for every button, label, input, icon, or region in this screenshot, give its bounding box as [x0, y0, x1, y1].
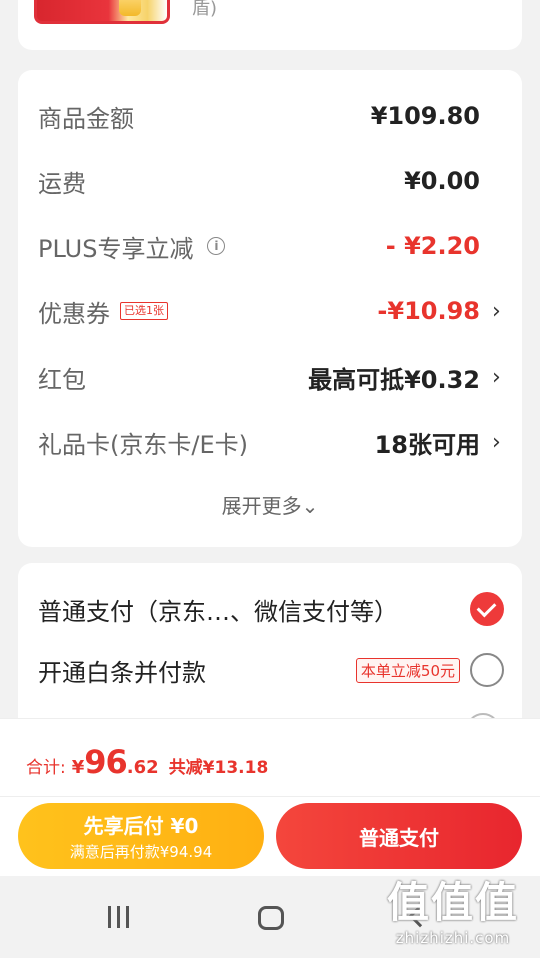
- payment-option-label: 普通支付（京东…、微信支付等）: [38, 597, 398, 626]
- total-label: 合计:: [26, 758, 66, 778]
- row-coupon[interactable]: 优惠券 已选1张 -¥10.98 ›: [38, 291, 504, 331]
- home-icon[interactable]: [258, 906, 284, 930]
- total-integer: 96: [84, 743, 128, 781]
- divider: [0, 796, 540, 797]
- row-gift-card[interactable]: 礼品卡(京东卡/E卡) 18张可用 ›: [38, 422, 504, 462]
- watermark-url: zhizhizhi.com: [395, 929, 511, 947]
- goods-amount-label: 商品金额: [38, 104, 134, 133]
- total-summary: 合计: ¥ 96 .62 共减¥13.18: [26, 743, 268, 781]
- row-red-packet[interactable]: 红包 最高可抵¥0.32 ›: [38, 357, 504, 397]
- shipping-value: ¥0.00: [404, 167, 480, 195]
- chevron-down-icon: ⌄: [301, 494, 319, 518]
- pay-later-title: 先享后付 ¥0: [83, 814, 199, 838]
- promo-badge: 本单立减50元: [355, 657, 460, 683]
- chevron-right-icon[interactable]: ›: [492, 430, 504, 455]
- product-image-detail: [119, 0, 141, 16]
- chevron-right-icon[interactable]: ›: [492, 299, 504, 324]
- coupon-value: -¥10.98: [377, 297, 480, 325]
- info-icon[interactable]: i: [207, 237, 226, 255]
- watermark-logo: 值值值: [386, 878, 519, 927]
- gift-card-value: 18张可用: [374, 430, 480, 459]
- row-plus-discount: PLUS专享立减 i - ¥2.20: [38, 226, 504, 266]
- plus-discount-label: PLUS专享立减: [38, 234, 194, 263]
- product-title-tail: 盾): [192, 0, 218, 19]
- radio-unchecked-icon[interactable]: [470, 653, 504, 687]
- total-currency: ¥: [71, 757, 85, 778]
- row-goods-amount: 商品金额 ¥109.80: [38, 96, 504, 136]
- recent-apps-icon[interactable]: [108, 906, 129, 928]
- pay-button[interactable]: 普通支付: [276, 803, 522, 869]
- payment-option-baitiao[interactable]: 开通白条并付款 本单立减50元: [38, 650, 504, 690]
- price-summary-card: 商品金额 ¥109.80 运费 ¥0.00 PLUS专享立减 i - ¥2.20 …: [18, 70, 522, 547]
- coupon-selected-badge: 已选1张: [120, 302, 168, 320]
- total-decimal: .62: [126, 757, 159, 778]
- payment-option-normal[interactable]: 普通支付（京东…、微信支付等）: [38, 589, 504, 629]
- gift-card-label: 礼品卡(京东卡/E卡): [38, 430, 248, 459]
- red-packet-value: 最高可抵¥0.32: [308, 365, 480, 394]
- plus-discount-value: - ¥2.20: [385, 232, 480, 260]
- payment-option-label: 开通白条并付款: [38, 658, 206, 687]
- product-thumbnail[interactable]: [34, 0, 170, 24]
- watermark: 值值值 zhizhizhi.com: [378, 876, 528, 958]
- expand-more-button[interactable]: 展开更多⌄: [18, 490, 522, 519]
- red-packet-label: 红包: [38, 365, 86, 394]
- system-nav-bar: 值值值 zhizhizhi.com: [0, 876, 540, 958]
- chevron-right-icon[interactable]: ›: [492, 365, 504, 390]
- pay-later-subtitle: 满意后再付款¥94.94: [69, 843, 213, 861]
- total-saved: 共减¥13.18: [168, 758, 269, 778]
- row-shipping: 运费 ¥0.00: [38, 161, 504, 201]
- goods-amount-value: ¥109.80: [370, 102, 480, 130]
- shipping-label: 运费: [38, 169, 86, 198]
- expand-more-label: 展开更多: [221, 494, 302, 518]
- radio-checked-icon[interactable]: [470, 592, 504, 626]
- pay-later-button[interactable]: 先享后付 ¥0 满意后再付款¥94.94: [18, 803, 264, 869]
- coupon-label: 优惠券: [38, 299, 110, 328]
- checkout-bar: 合计: ¥ 96 .62 共减¥13.18 先享后付 ¥0 满意后再付款¥94.…: [0, 718, 540, 876]
